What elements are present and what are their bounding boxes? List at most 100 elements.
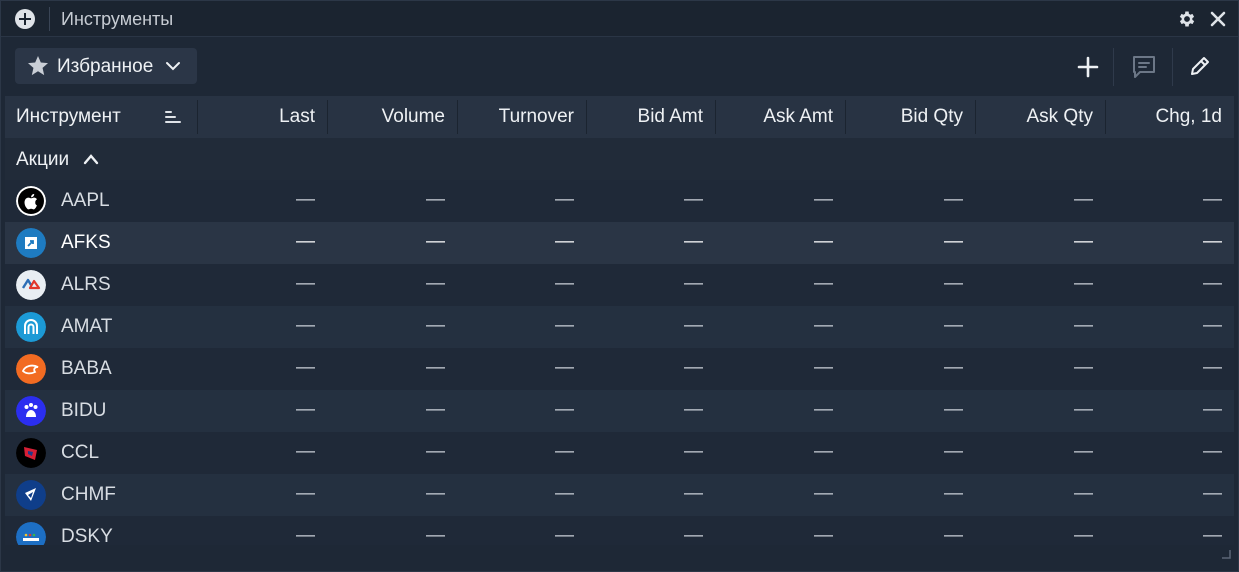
- alibaba-logo: [16, 354, 46, 384]
- cell-chg-1d: —: [1203, 399, 1222, 420]
- cell-bid-qty: —: [944, 525, 963, 545]
- column-header-bid-qty[interactable]: Bid Qty: [845, 96, 975, 138]
- cell-ask-amt: —: [814, 483, 833, 504]
- cell-bid-amt: —: [684, 315, 703, 336]
- table-row[interactable]: BIDU — — — — — — — —: [5, 390, 1234, 432]
- ticker-symbol: BIDU: [61, 400, 107, 421]
- cell-ask-amt: —: [814, 357, 833, 378]
- table-row[interactable]: CHMF — — — — — — — —: [5, 474, 1234, 516]
- table-row[interactable]: AMAT — — — — — — — —: [5, 306, 1234, 348]
- column-header-ask-qty[interactable]: Ask Qty: [975, 96, 1105, 138]
- ticker-symbol: BABA: [61, 358, 112, 379]
- applied-materials-logo: [16, 312, 46, 342]
- ticker-symbol: CCL: [61, 442, 100, 463]
- favorites-dropdown[interactable]: Избранное: [15, 48, 197, 84]
- cell-ask-qty: —: [1074, 357, 1093, 378]
- cell-turnover: —: [555, 357, 574, 378]
- chevron-up-icon: [83, 154, 99, 165]
- cell-turnover: —: [555, 441, 574, 462]
- cell-ask-amt: —: [814, 525, 833, 545]
- star-icon: [28, 56, 48, 76]
- alrosa-logo: [16, 270, 46, 300]
- chat-icon[interactable]: [1131, 54, 1157, 80]
- cell-ask-qty: —: [1074, 483, 1093, 504]
- table-row[interactable]: ALRS — — — — — — — —: [5, 264, 1234, 306]
- cell-volume: —: [426, 441, 445, 462]
- baidu-logo: [16, 396, 46, 426]
- column-header-chg-1d[interactable]: Chg, 1d: [1105, 96, 1234, 138]
- cell-bid-qty: —: [944, 315, 963, 336]
- cell-last: —: [296, 525, 315, 545]
- cell-turnover: —: [555, 315, 574, 336]
- cell-ask-qty: —: [1074, 231, 1093, 252]
- toolbar-divider: [1113, 48, 1114, 86]
- cell-bid-amt: —: [684, 441, 703, 462]
- cell-volume: —: [426, 231, 445, 252]
- column-header-ask-amt[interactable]: Ask Amt: [715, 96, 845, 138]
- cell-bid-amt: —: [684, 189, 703, 210]
- resize-handle-icon[interactable]: [1221, 549, 1231, 559]
- cell-bid-qty: —: [944, 399, 963, 420]
- cell-volume: —: [426, 315, 445, 336]
- cell-bid-amt: —: [684, 483, 703, 504]
- cell-volume: —: [426, 189, 445, 210]
- cell-last: —: [296, 441, 315, 462]
- detsky-mir-logo: [16, 522, 46, 545]
- cell-ask-amt: —: [814, 315, 833, 336]
- close-icon[interactable]: [1208, 9, 1228, 29]
- cell-bid-amt: —: [684, 525, 703, 545]
- column-header-volume[interactable]: Volume: [327, 96, 457, 138]
- carnival-logo: [16, 438, 46, 468]
- cell-ask-qty: —: [1074, 525, 1093, 545]
- column-header-bid-amt[interactable]: Bid Amt: [586, 96, 715, 138]
- table-row[interactable]: DSKY — — — — — — — —: [5, 516, 1234, 545]
- table-row[interactable]: BABA — — — — — — — —: [5, 348, 1234, 390]
- cell-volume: —: [426, 357, 445, 378]
- cell-last: —: [296, 231, 315, 252]
- ticker-symbol: CHMF: [61, 484, 116, 505]
- cell-chg-1d: —: [1203, 483, 1222, 504]
- cell-bid-amt: —: [684, 357, 703, 378]
- sort-icon[interactable]: [165, 110, 181, 124]
- cell-ask-amt: —: [814, 189, 833, 210]
- cell-turnover: —: [555, 189, 574, 210]
- add-widget-icon[interactable]: [15, 9, 35, 29]
- favorites-label: Избранное: [57, 56, 154, 77]
- table-row[interactable]: AAPL — — — — — — — —: [5, 180, 1234, 222]
- table-header: Инструмент Last Volume Turnover Bid Amt …: [5, 96, 1234, 138]
- column-header-turnover[interactable]: Turnover: [457, 96, 586, 138]
- instruments-grid: Инструмент Last Volume Turnover Bid Amt …: [5, 96, 1234, 545]
- cell-bid-qty: —: [944, 483, 963, 504]
- cell-ask-qty: —: [1074, 189, 1093, 210]
- cell-last: —: [296, 399, 315, 420]
- cell-ask-qty: —: [1074, 315, 1093, 336]
- apple-logo: [16, 186, 46, 216]
- cell-chg-1d: —: [1203, 273, 1222, 294]
- cell-chg-1d: —: [1203, 189, 1222, 210]
- table-row[interactable]: CCL — — — — — — — —: [5, 432, 1234, 474]
- title-divider: [49, 7, 50, 31]
- cell-ask-amt: —: [814, 273, 833, 294]
- cell-volume: —: [426, 273, 445, 294]
- add-icon[interactable]: [1075, 54, 1101, 80]
- cell-bid-qty: —: [944, 441, 963, 462]
- severstal-logo: [16, 480, 46, 510]
- title-bar: Инструменты: [1, 1, 1238, 37]
- cell-bid-amt: —: [684, 399, 703, 420]
- cell-chg-1d: —: [1203, 231, 1222, 252]
- cell-chg-1d: —: [1203, 315, 1222, 336]
- cell-chg-1d: —: [1203, 525, 1222, 545]
- ticker-symbol: AMAT: [61, 316, 113, 337]
- sistema-logo: [16, 228, 46, 258]
- pencil-icon[interactable]: [1188, 54, 1212, 78]
- cell-chg-1d: —: [1203, 357, 1222, 378]
- cell-volume: —: [426, 483, 445, 504]
- cell-bid-qty: —: [944, 357, 963, 378]
- column-header-last[interactable]: Last: [197, 96, 327, 138]
- gear-icon[interactable]: [1177, 9, 1197, 29]
- cell-ask-amt: —: [814, 441, 833, 462]
- table-row[interactable]: AFKS — — — — — — — —: [5, 222, 1234, 264]
- cell-ask-amt: —: [814, 399, 833, 420]
- group-header-stocks[interactable]: Акции: [5, 138, 1234, 180]
- cell-last: —: [296, 315, 315, 336]
